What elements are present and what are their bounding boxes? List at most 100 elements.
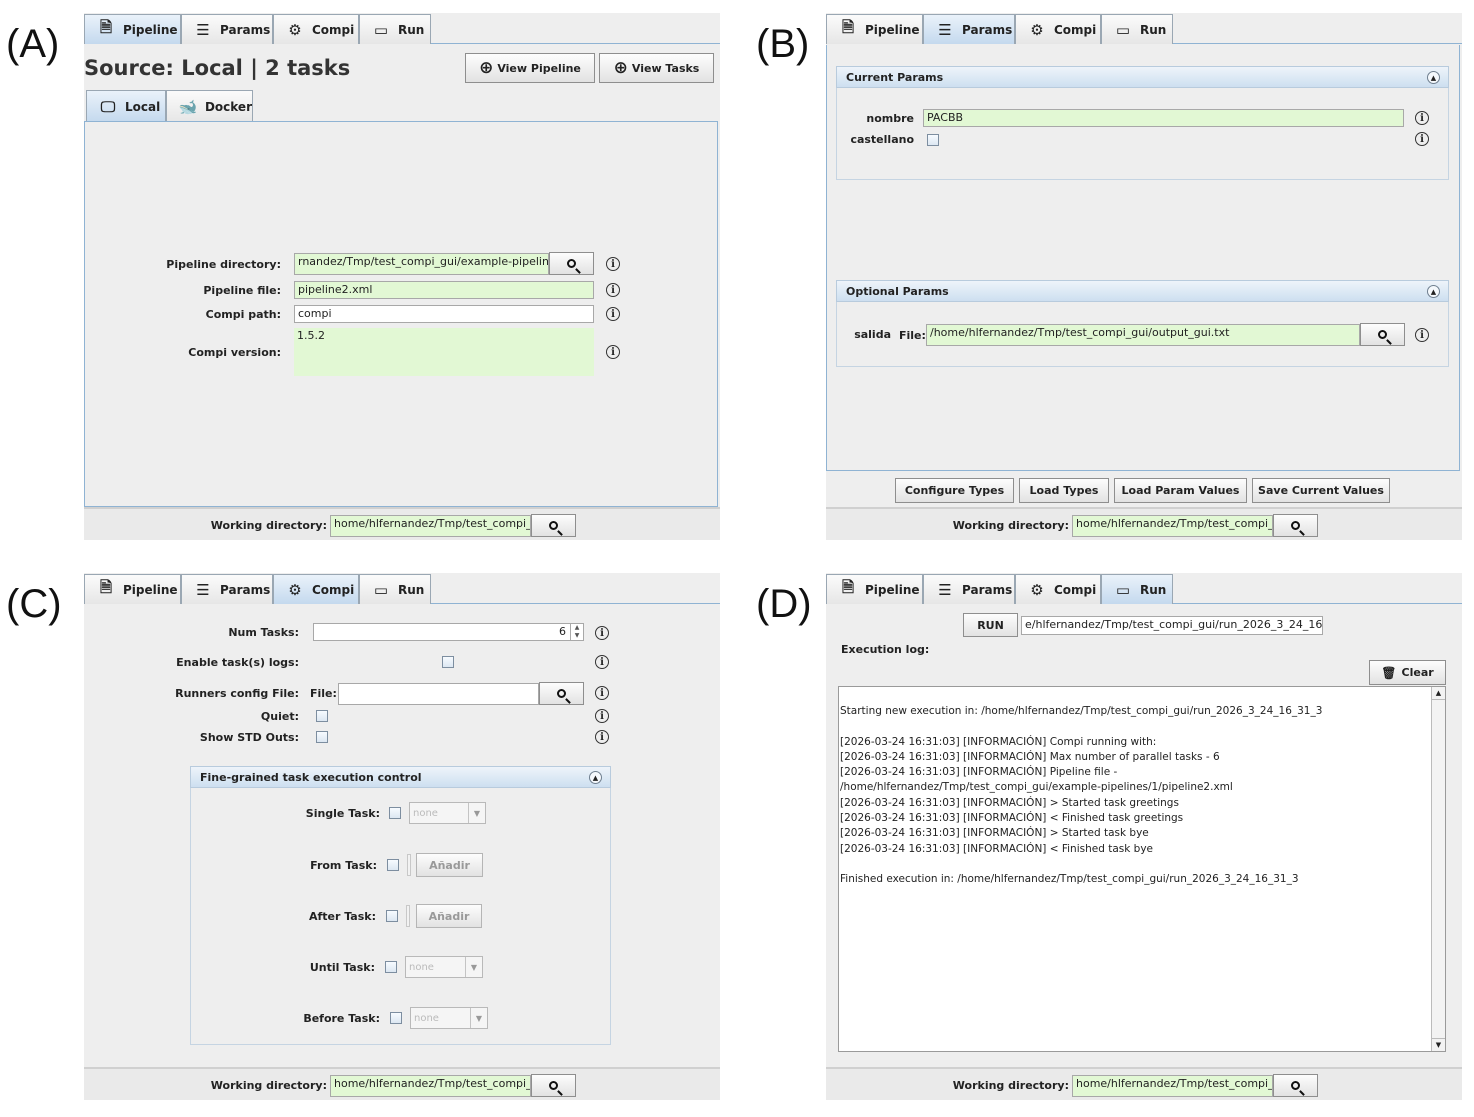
after-task-add-button[interactable]: Añadir [416,904,482,928]
browse-runners-button[interactable] [539,682,584,705]
info-icon[interactable]: i [606,283,620,297]
log-scrollbar[interactable]: ▲ ▼ [1431,687,1445,1051]
until-task-checkbox[interactable] [385,961,397,973]
single-task-select[interactable]: none ▼ [409,802,486,824]
until-task-label: Until Task: [309,961,375,974]
num-tasks-spinner[interactable]: 6 [313,623,584,641]
browse-directory-button[interactable] [549,252,594,275]
save-current-values-button[interactable]: Save Current Values [1252,478,1390,503]
quiet-checkbox[interactable] [316,710,328,722]
info-icon[interactable]: i [595,686,609,700]
from-task-list[interactable] [407,854,411,876]
tab-label: Run [1140,22,1167,37]
enable-logs-checkbox[interactable] [442,656,454,668]
working-directory-label: Working directory: [952,519,1069,532]
tab-pipeline[interactable]: 🗎 Pipeline [826,14,923,44]
tab-pipeline[interactable]: 🗎 Pipeline [84,14,181,44]
from-task-add-button[interactable]: Añadir [416,853,483,877]
pipeline-file-label: Pipeline file: [203,284,281,297]
before-task-label: Before Task: [303,1012,380,1025]
tab-compi[interactable]: ⚙ Compi [1015,574,1101,604]
scroll-up-icon[interactable]: ▲ [1432,687,1445,700]
compi-path-field[interactable]: compi [294,305,594,323]
view-pipeline-button[interactable]: ⊕ View Pipeline [465,53,595,83]
info-icon[interactable]: i [595,709,609,723]
single-task-checkbox[interactable] [389,807,401,819]
working-directory-field[interactable]: home/hlfernandez/Tmp/test_compi_gui [1072,1075,1273,1097]
tab-run[interactable]: ▭ Run [359,574,431,604]
scroll-down-icon[interactable]: ▼ [1432,1038,1445,1051]
panel-run: 🗎 Pipeline ☰ Params ⚙ Compi ▭ Run RUN e/hlfe… [826,573,1462,1100]
clear-label: Clear [1401,666,1434,679]
pipeline-directory-field[interactable]: rnandez/Tmp/test_compi_gui/example-pipel… [294,253,549,275]
load-param-values-button[interactable]: Load Param Values [1114,478,1247,503]
tab-pipeline[interactable]: 🗎 Pipeline [826,574,923,604]
fine-grained-header: Fine-grained task execution control ▲ [190,766,611,788]
tab-params[interactable]: ☰ Params [923,574,1015,604]
runners-config-field[interactable] [338,683,539,705]
after-task-list[interactable] [406,905,410,927]
tab-run[interactable]: ▭ Run [1101,574,1173,604]
info-icon[interactable]: i [1415,111,1429,125]
tab-run[interactable]: ▭ Run [1101,14,1173,44]
browse-salida-button[interactable] [1360,323,1405,346]
tab-compi[interactable]: ⚙ Compi [273,14,359,44]
tab-bar: 🗎 Pipeline ☰ Params ⚙ Compi ▭ Run [84,13,720,44]
before-task-select[interactable]: none ▼ [410,1007,488,1029]
load-types-button[interactable]: Load Types [1019,478,1109,503]
spinner-arrows-icon[interactable]: ▲ ▼ [570,624,583,640]
info-icon[interactable]: i [1415,328,1429,342]
working-directory-field[interactable]: home/hlfernandez/Tmp/test_compi_gui [330,1075,531,1097]
tab-pipeline[interactable]: 🗎 Pipeline [84,574,181,604]
trash-icon: 🗑 [1381,665,1397,680]
collapse-icon[interactable]: ▲ [589,771,602,784]
tab-params[interactable]: ☰ Params [181,574,273,604]
tab-label: Compi [1054,22,1097,37]
run-button[interactable]: RUN [963,613,1018,637]
terminal-icon: ▭ [373,20,389,39]
subtab-docker[interactable]: 🐋 Docker [166,90,253,122]
tab-params[interactable]: ☰ Params [181,14,273,44]
info-icon[interactable]: i [606,307,620,321]
configure-types-button[interactable]: Configure Types [895,478,1014,503]
after-task-checkbox[interactable] [386,910,398,922]
optional-params-header: Optional Params ▲ [836,280,1449,302]
docker-whale-icon: 🐋 [178,97,198,116]
castellano-checkbox[interactable] [927,134,939,146]
info-icon[interactable]: i [606,345,620,359]
nombre-field[interactable]: PACBB [923,109,1404,127]
tab-params[interactable]: ☰ Params [923,14,1015,44]
info-icon[interactable]: i [595,626,609,640]
section-title: Current Params [846,70,944,84]
show-std-checkbox[interactable] [316,731,328,743]
collapse-icon[interactable]: ▲ [1427,71,1440,84]
info-icon[interactable]: i [595,655,609,669]
collapse-icon[interactable]: ▲ [1427,285,1440,298]
from-task-checkbox[interactable] [387,859,399,871]
tab-label: Pipeline [123,22,178,37]
browse-working-directory-button[interactable] [1273,514,1318,537]
log-line: [2026-03-24 16:31:03] [INFORMACIÓN] Comp… [840,735,1157,748]
execution-log-area[interactable]: Starting new execution in: /home/hlferna… [838,686,1446,1052]
view-tasks-button[interactable]: ⊕ View Tasks [599,53,714,83]
tab-compi[interactable]: ⚙ Compi [273,574,359,604]
pipeline-file-field[interactable]: pipeline2.xml [294,281,594,299]
working-directory-field[interactable]: home/hlfernandez/Tmp/test_compi_gui [330,515,531,537]
info-icon[interactable]: i [1415,132,1429,146]
run-directory-field[interactable]: e/hlfernandez/Tmp/test_compi_gui/run_202… [1021,616,1323,635]
tab-run[interactable]: ▭ Run [359,14,431,44]
tab-label: Pipeline [123,582,178,597]
until-task-select[interactable]: none ▼ [405,956,483,978]
info-icon[interactable]: i [606,257,620,271]
browse-working-directory-button[interactable] [531,514,576,537]
before-task-checkbox[interactable] [390,1012,402,1024]
subtab-local[interactable]: 🖵 Local [86,90,166,122]
clear-button[interactable]: 🗑 Clear [1369,660,1446,685]
salida-file-field[interactable]: /home/hlfernandez/Tmp/test_compi_gui/out… [926,324,1360,346]
tab-compi[interactable]: ⚙ Compi [1015,14,1101,44]
browse-working-directory-button[interactable] [531,1074,576,1097]
working-directory-field[interactable]: home/hlfernandez/Tmp/test_compi_gui [1072,515,1273,537]
tab-label: Run [398,22,425,37]
browse-working-directory-button[interactable] [1273,1074,1318,1097]
info-icon[interactable]: i [595,730,609,744]
